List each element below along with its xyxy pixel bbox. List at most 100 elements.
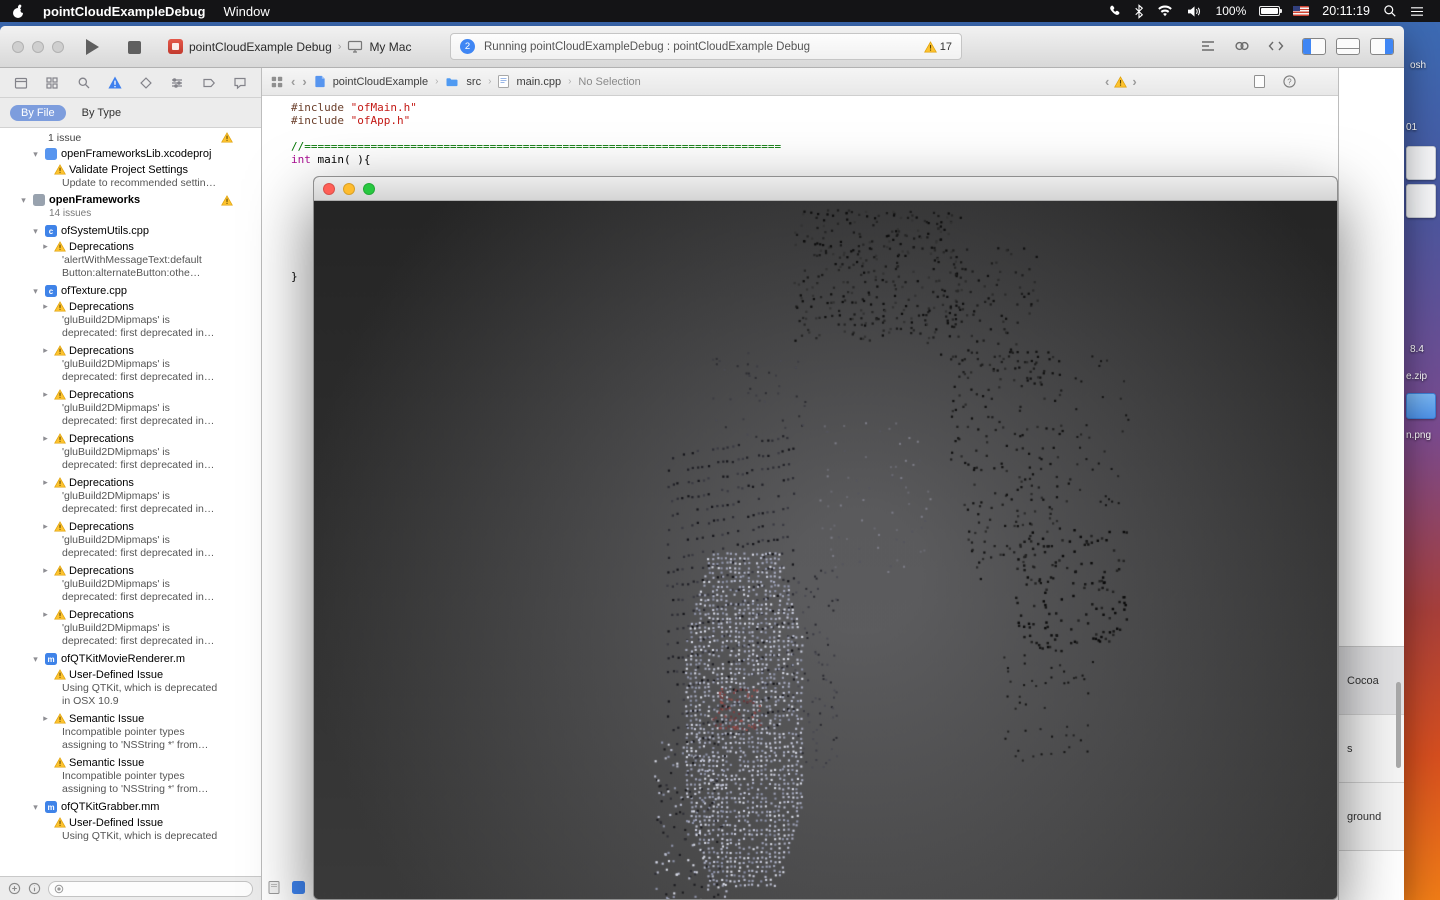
navigator-row[interactable]: 'gluBuild2DMipmaps' is deprecated: first … bbox=[0, 578, 261, 607]
library-item[interactable]: ground bbox=[1339, 783, 1404, 851]
point-cloud-canvas[interactable] bbox=[314, 201, 1337, 899]
editor-status-doc-icon[interactable] bbox=[268, 881, 280, 894]
navigator-row[interactable]: 'gluBuild2DMipmaps' is deprecated: first … bbox=[0, 622, 261, 651]
tab-by-file[interactable]: By File bbox=[10, 104, 66, 121]
disclosure-icon[interactable]: ▸ bbox=[40, 608, 51, 621]
disclosure-icon[interactable]: ▾ bbox=[18, 194, 29, 207]
zoom-button[interactable] bbox=[363, 183, 375, 195]
disclosure-icon[interactable]: ▸ bbox=[40, 300, 51, 313]
debug-navigator-icon[interactable] bbox=[169, 75, 185, 91]
desktop-icon-label[interactable]: 8.4 bbox=[1410, 344, 1424, 355]
crumb-selection[interactable]: No Selection bbox=[578, 76, 640, 88]
navigator-row[interactable]: 'gluBuild2DMipmaps' is deprecated: first … bbox=[0, 358, 261, 387]
navigator-row[interactable]: ▸ Deprecations bbox=[0, 239, 261, 254]
issue-navigator-icon[interactable] bbox=[107, 75, 123, 91]
navigator-row[interactable]: ▸ Deprecations bbox=[0, 475, 261, 490]
filter-input[interactable] bbox=[48, 880, 253, 897]
minimize-button[interactable] bbox=[343, 183, 355, 195]
filter-info-icon[interactable] bbox=[28, 882, 41, 895]
navigator-row[interactable]: ▾ openFrameworksLib.xcodeproj bbox=[0, 146, 261, 162]
disclosure-icon[interactable]: ▸ bbox=[40, 388, 51, 401]
version-editor-button[interactable] bbox=[1266, 38, 1286, 54]
disclosure-icon[interactable]: ▸ bbox=[40, 240, 51, 253]
forward-button[interactable]: › bbox=[302, 75, 306, 88]
related-items-icon[interactable] bbox=[270, 75, 284, 89]
scrollbar[interactable] bbox=[1396, 682, 1401, 768]
navigator-row[interactable]: Update to recommended settin… bbox=[0, 177, 261, 193]
volume-icon[interactable] bbox=[1186, 5, 1203, 18]
minimize-button[interactable] bbox=[32, 41, 44, 53]
test-navigator-icon[interactable] bbox=[138, 75, 154, 91]
stop-button[interactable] bbox=[128, 41, 141, 54]
navigator-row[interactable]: Semantic Issue bbox=[0, 755, 261, 770]
input-source-flag-icon[interactable] bbox=[1293, 6, 1310, 16]
no-edits-doc-icon[interactable] bbox=[1254, 75, 1265, 88]
navigator-row[interactable]: 1 issue bbox=[0, 130, 261, 146]
zoom-button[interactable] bbox=[52, 41, 64, 53]
standard-editor-button[interactable] bbox=[1198, 38, 1218, 54]
navigator-row[interactable]: ▾ m ofQTKitMovieRenderer.m bbox=[0, 651, 261, 667]
crumb-project[interactable]: pointCloudExample bbox=[333, 76, 428, 88]
library-item[interactable]: s bbox=[1339, 715, 1404, 783]
filter-errors-icon[interactable] bbox=[8, 882, 21, 895]
navigator-row[interactable]: Using QTKit, which is deprecated in OSX 1… bbox=[0, 682, 261, 711]
disclosure-icon[interactable]: ▾ bbox=[30, 653, 41, 666]
help-icon[interactable]: ? bbox=[1283, 75, 1296, 88]
scheme-selector[interactable]: pointCloudExample Debug › My Mac bbox=[168, 39, 411, 54]
desktop-file-icon[interactable] bbox=[1406, 146, 1436, 180]
crumb-file[interactable]: main.cpp bbox=[516, 76, 561, 88]
navigator-row[interactable]: Incompatible pointer types assigning to '… bbox=[0, 770, 261, 799]
spotlight-icon[interactable] bbox=[1383, 4, 1397, 18]
close-button[interactable] bbox=[12, 41, 24, 53]
task-count-badge[interactable]: 2 bbox=[460, 39, 475, 54]
disclosure-icon[interactable]: ▾ bbox=[30, 801, 41, 814]
navigator-row[interactable]: ▸ Deprecations bbox=[0, 431, 261, 446]
navigator-toggle-button[interactable] bbox=[1302, 38, 1326, 55]
library-item[interactable]: Cocoa bbox=[1339, 647, 1404, 715]
active-app-name[interactable]: pointCloudExampleDebug bbox=[43, 4, 206, 19]
crumb-src[interactable]: src bbox=[466, 76, 481, 88]
desktop-file-icon[interactable] bbox=[1406, 184, 1436, 218]
app-window-titlebar[interactable] bbox=[314, 177, 1337, 201]
navigator-row[interactable]: User-Defined Issue bbox=[0, 667, 261, 682]
disclosure-icon[interactable]: ▾ bbox=[30, 148, 41, 161]
disclosure-icon[interactable]: ▸ bbox=[40, 344, 51, 357]
search-navigator-icon[interactable] bbox=[76, 75, 92, 91]
navigator-row[interactable]: Incompatible pointer types assigning to '… bbox=[0, 726, 261, 755]
disclosure-icon[interactable]: ▸ bbox=[40, 564, 51, 577]
navigator-row[interactable]: ▸ Deprecations bbox=[0, 519, 261, 534]
bluetooth-icon[interactable] bbox=[1134, 3, 1144, 19]
navigator-row[interactable]: ▸ Deprecations bbox=[0, 343, 261, 358]
handoff-phone-icon[interactable] bbox=[1107, 4, 1121, 18]
project-navigator-icon[interactable] bbox=[13, 75, 29, 91]
navigator-row[interactable]: Using QTKit, which is deprecated bbox=[0, 830, 261, 846]
disclosure-icon[interactable]: ▸ bbox=[40, 712, 51, 725]
desktop-icon-label[interactable]: osh bbox=[1410, 60, 1426, 71]
navigator-row[interactable]: Validate Project Settings bbox=[0, 162, 261, 177]
apple-menu-icon[interactable] bbox=[12, 4, 25, 19]
navigator-row[interactable]: 'gluBuild2DMipmaps' is deprecated: first … bbox=[0, 490, 261, 519]
navigator-row[interactable]: ▾ openFrameworks 14 issues bbox=[0, 193, 261, 223]
navigator-row[interactable]: ▾ c ofSystemUtils.cpp bbox=[0, 223, 261, 239]
disclosure-icon[interactable]: ▾ bbox=[30, 285, 41, 298]
navigator-row[interactable]: ▾ m ofQTKitGrabber.mm bbox=[0, 799, 261, 815]
navigator-row[interactable]: 'gluBuild2DMipmaps' is deprecated: first … bbox=[0, 534, 261, 563]
navigator-row[interactable]: ▸ Deprecations bbox=[0, 563, 261, 578]
menu-item-window[interactable]: Window bbox=[224, 4, 270, 19]
symbol-navigator-icon[interactable] bbox=[44, 75, 60, 91]
menu-bar-clock[interactable]: 20:11:19 bbox=[1322, 4, 1370, 18]
navigator-row[interactable]: 'gluBuild2DMipmaps' is deprecated: first … bbox=[0, 314, 261, 343]
report-navigator-icon[interactable] bbox=[232, 75, 248, 91]
navigator-row[interactable]: User-Defined Issue bbox=[0, 815, 261, 830]
back-button[interactable]: ‹ bbox=[291, 75, 295, 88]
breakpoint-navigator-icon[interactable] bbox=[201, 75, 217, 91]
debug-area-toggle-button[interactable] bbox=[1336, 38, 1360, 55]
next-issue-button[interactable]: › bbox=[1132, 75, 1136, 88]
tab-by-type[interactable]: By Type bbox=[80, 105, 124, 121]
previous-issue-button[interactable]: ‹ bbox=[1105, 75, 1109, 88]
navigator-row[interactable]: ▸ Deprecations bbox=[0, 387, 261, 402]
navigator-row[interactable]: ▾ c ofTexture.cpp bbox=[0, 283, 261, 299]
disclosure-icon[interactable]: ▸ bbox=[40, 476, 51, 489]
navigator-row[interactable]: 'gluBuild2DMipmaps' is deprecated: first … bbox=[0, 446, 261, 475]
desktop-icon-label[interactable]: n.png bbox=[1406, 430, 1431, 441]
